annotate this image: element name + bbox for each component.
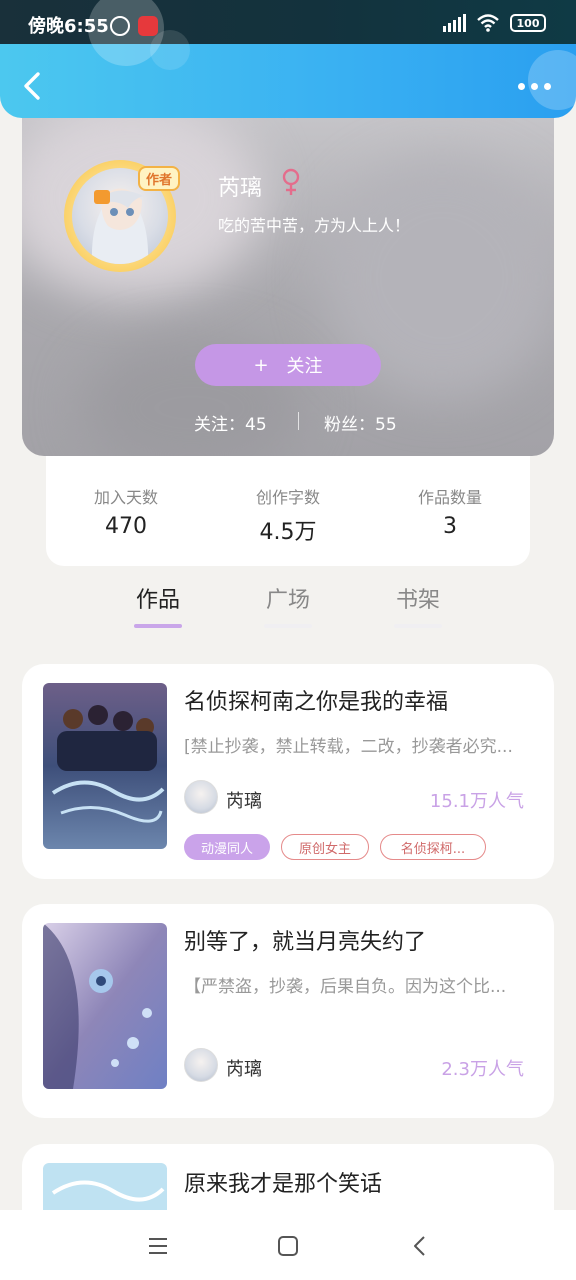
app-notification-icon xyxy=(138,16,158,36)
status-indicators: 100 xyxy=(443,14,546,32)
alarm-icon xyxy=(110,16,130,36)
work-tag[interactable]: 动漫同人 xyxy=(184,834,270,860)
work-description: [禁止抄袭，禁止转载，二改，抄袭者必究... xyxy=(184,737,513,757)
follow-stats: 关注：45 粉丝：55 xyxy=(22,410,554,435)
work-card[interactable]: 名侦探柯南之你是我的幸福 [禁止抄袭，禁止转载，二改，抄袭者必究... 芮璃 1… xyxy=(22,664,554,879)
tab-label: 书架 xyxy=(395,588,440,613)
work-cover[interactable] xyxy=(43,1163,167,1210)
work-author-avatar xyxy=(184,1048,218,1082)
work-card[interactable]: 别等了，就当月亮失约了 【严禁盗，抄袭，后果自负。因为这个比... 芮璃 2.3… xyxy=(22,904,554,1118)
stat-label: 加入天数 xyxy=(93,488,158,507)
tab-label: 作品 xyxy=(135,588,180,613)
stat-join-days: 加入天数 470 xyxy=(46,484,206,539)
back-triangle-icon[interactable] xyxy=(408,1234,432,1258)
tab-indicator xyxy=(264,624,312,628)
signal-icon xyxy=(443,14,466,32)
follow-button-label: 关注 xyxy=(286,356,323,377)
battery-icon: 100 xyxy=(510,14,546,32)
work-cover[interactable] xyxy=(43,683,167,849)
work-author-avatar xyxy=(184,780,218,814)
stat-value: 470 xyxy=(105,514,147,539)
system-nav-bar xyxy=(0,1210,576,1280)
follow-button[interactable]: + 关注 xyxy=(195,344,381,386)
work-description: 【严禁盗，抄袭，后果自负。因为这个比... xyxy=(184,977,507,997)
status-time: 傍晚6:55 xyxy=(28,16,109,37)
work-author-name: 芮璃 xyxy=(226,1059,262,1080)
tab-works[interactable]: 作品 xyxy=(113,582,203,628)
work-author-name: 芮璃 xyxy=(226,791,262,812)
plus-icon: + xyxy=(253,354,269,376)
work-popularity: 15.1万人气 xyxy=(429,791,524,812)
fans-count[interactable]: 粉丝：55 xyxy=(324,410,397,435)
home-square-icon[interactable] xyxy=(276,1234,300,1258)
stat-work-count: 作品数量 3 xyxy=(370,484,530,539)
author-name: 芮璃 xyxy=(218,176,263,201)
tab-bookshelf[interactable]: 书架 xyxy=(373,582,463,628)
stat-word-count: 创作字数 4.5万 xyxy=(208,484,368,546)
work-tag[interactable]: 名侦探柯... xyxy=(380,834,486,860)
stat-label: 创作字数 xyxy=(255,488,320,507)
tab-label: 广场 xyxy=(265,588,310,613)
divider xyxy=(298,412,299,430)
work-card[interactable]: 原来我才是那个笑话 xyxy=(22,1144,554,1210)
stat-value: 4.5万 xyxy=(259,520,317,545)
menu-icon[interactable] xyxy=(146,1234,170,1258)
tab-square[interactable]: 广场 xyxy=(243,582,333,628)
work-popularity: 2.3万人气 xyxy=(441,1059,524,1080)
back-button[interactable] xyxy=(16,66,50,106)
work-tag[interactable]: 原创女主 xyxy=(281,834,369,860)
stats-panel: 加入天数 470 创作字数 4.5万 作品数量 3 xyxy=(46,456,530,566)
work-title[interactable]: 名侦探柯南之你是我的幸福 xyxy=(184,684,448,716)
female-icon xyxy=(282,168,300,195)
following-count[interactable]: 关注：45 xyxy=(194,410,267,435)
work-cover[interactable] xyxy=(43,923,167,1089)
profile-card: 作者 芮璃 吃的苦中苦，方为人上人！ + 关注 关注：45 粉丝：55 xyxy=(22,118,554,456)
more-button[interactable] xyxy=(518,78,554,94)
stat-value: 3 xyxy=(443,514,457,539)
tab-indicator xyxy=(134,624,182,628)
tab-indicator xyxy=(394,624,442,628)
wifi-icon xyxy=(477,14,499,32)
top-header: 傍晚6:55 100 xyxy=(0,0,576,118)
author-badge: 作者 xyxy=(137,166,180,191)
stat-label: 作品数量 xyxy=(417,488,482,507)
author-avatar[interactable]: 作者 xyxy=(64,160,180,272)
tab-bar: 作品 广场 书架 xyxy=(0,578,576,638)
author-bio: 吃的苦中苦，方为人上人！ xyxy=(218,216,411,235)
work-title[interactable]: 原来我才是那个笑话 xyxy=(184,1166,382,1198)
work-title[interactable]: 别等了，就当月亮失约了 xyxy=(184,924,426,956)
